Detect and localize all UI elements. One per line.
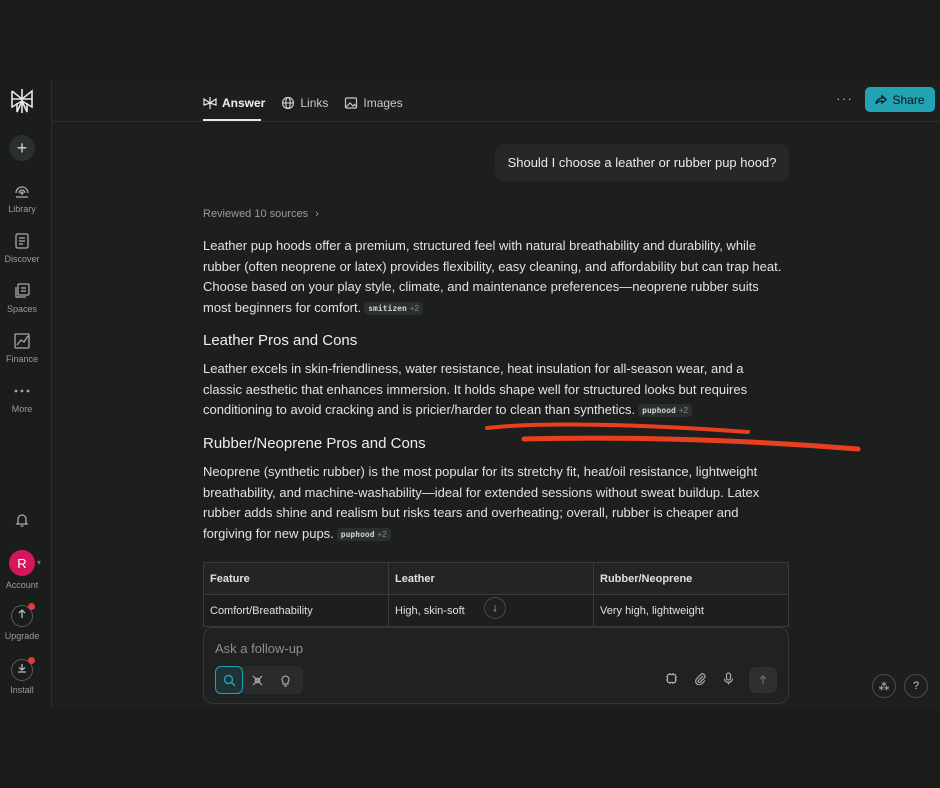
sidebar-item-spaces[interactable]: Spaces (0, 282, 44, 314)
section-heading-leather: Leather Pros and Cons (203, 332, 358, 349)
scroll-to-bottom-button[interactable]: ↓ (484, 597, 506, 619)
new-thread-button[interactable]: + (9, 135, 35, 161)
sidebar-item-account[interactable]: Account (0, 580, 44, 590)
sidebar-item-label: More (11, 404, 33, 414)
chevron-down-icon: ▾ (37, 558, 42, 567)
section-heading-rubber: Rubber/Neoprene Pros and Cons (203, 435, 426, 452)
table-cell: Very high, lightweight (593, 594, 789, 627)
arrow-down-icon: ↓ (492, 602, 498, 614)
microphone-icon[interactable] (722, 672, 735, 685)
result-tabs: Answer Links Images (203, 92, 403, 114)
library-icon (15, 186, 29, 198)
search-icon (223, 674, 235, 686)
follow-up-composer (203, 627, 789, 704)
table-cell: Comfort/Breathability (203, 594, 389, 627)
sidebar-item-label: Install (10, 685, 34, 695)
answer-intro: Leather pup hoods offer a premium, struc… (203, 238, 782, 316)
citation-chip[interactable]: puphood +2 (336, 528, 391, 542)
tab-links[interactable]: Links (281, 92, 328, 114)
research-mode-button[interactable] (243, 666, 271, 694)
plus-icon: + (16, 138, 28, 158)
table-header-cell: Leather (388, 562, 594, 595)
avatar[interactable]: R (9, 550, 35, 576)
perplexity-logo-icon[interactable] (10, 88, 34, 114)
image-icon (345, 97, 358, 109)
submit-button[interactable] (749, 667, 777, 693)
sidebar-item-label: Discover (4, 254, 40, 264)
question-mark-icon: ? (912, 680, 920, 692)
sidebar-item-finance[interactable]: Finance (0, 332, 44, 364)
more-options-button[interactable]: ··· (836, 90, 853, 106)
sidebar-item-label: Account (5, 580, 39, 590)
tab-images[interactable]: Images (344, 92, 403, 114)
perplexity-small-icon (203, 97, 217, 109)
bell-icon[interactable] (14, 512, 30, 528)
sidebar-item-label: Finance (5, 354, 39, 364)
more-icon (14, 389, 30, 393)
citation-chip[interactable]: puphood +2 (638, 404, 692, 418)
notification-dot (28, 657, 35, 664)
finance-icon (14, 333, 30, 349)
arrow-up-icon (759, 675, 767, 684)
header-divider (52, 121, 940, 122)
tab-answer[interactable]: Answer (203, 92, 265, 114)
table-header-cell: Rubber/Neoprene (593, 562, 789, 595)
share-icon (875, 94, 888, 104)
share-button[interactable]: Share (865, 87, 935, 112)
follow-up-input[interactable] (215, 638, 615, 658)
globe-icon (282, 96, 295, 110)
lightbulb-icon (280, 675, 290, 687)
table-header-cell: Feature (203, 562, 389, 595)
sidebar-item-upgrade[interactable]: Upgrade (0, 603, 44, 641)
sidebar-item-install[interactable]: Install (0, 657, 44, 695)
sidebar-item-more[interactable]: More (0, 382, 44, 414)
translate-icon: ⁂ (878, 680, 890, 693)
spaces-icon (15, 283, 30, 298)
discover-icon (15, 233, 29, 249)
sidebar-item-library[interactable]: Library (0, 182, 44, 214)
chevron-right-icon: › (315, 208, 319, 220)
notification-dot (28, 603, 35, 610)
citation-chip[interactable]: smitizen +2 (364, 302, 423, 316)
sidebar-item-label: Upgrade (4, 631, 40, 641)
section-body-leather: Leather excels in skin-friendliness, wat… (203, 361, 748, 418)
search-mode-button[interactable] (215, 666, 243, 694)
labs-mode-button[interactable] (271, 666, 299, 694)
language-button[interactable]: ⁂ (872, 674, 896, 698)
sidebar-item-discover[interactable]: Discover (0, 232, 44, 264)
help-button[interactable]: ? (904, 674, 928, 698)
paperclip-icon[interactable] (694, 672, 707, 685)
table-header-row: Feature Leather Rubber/Neoprene (203, 562, 789, 595)
sidebar-item-label: Spaces (6, 304, 38, 314)
upgrade-icon (11, 603, 35, 627)
search-mode-group (215, 666, 303, 694)
model-chip-icon[interactable] (665, 672, 678, 685)
sidebar: + Library Discover Spaces Finance More R… (0, 80, 52, 708)
section-body-rubber: Neoprene (synthetic rubber) is the most … (203, 464, 760, 542)
research-icon (252, 675, 262, 685)
sources-toggle[interactable]: Reviewed 10 sources › (203, 208, 319, 220)
sidebar-item-label: Library (8, 204, 36, 214)
user-question-bubble: Should I choose a leather or rubber pup … (495, 144, 789, 181)
download-icon (11, 657, 35, 681)
